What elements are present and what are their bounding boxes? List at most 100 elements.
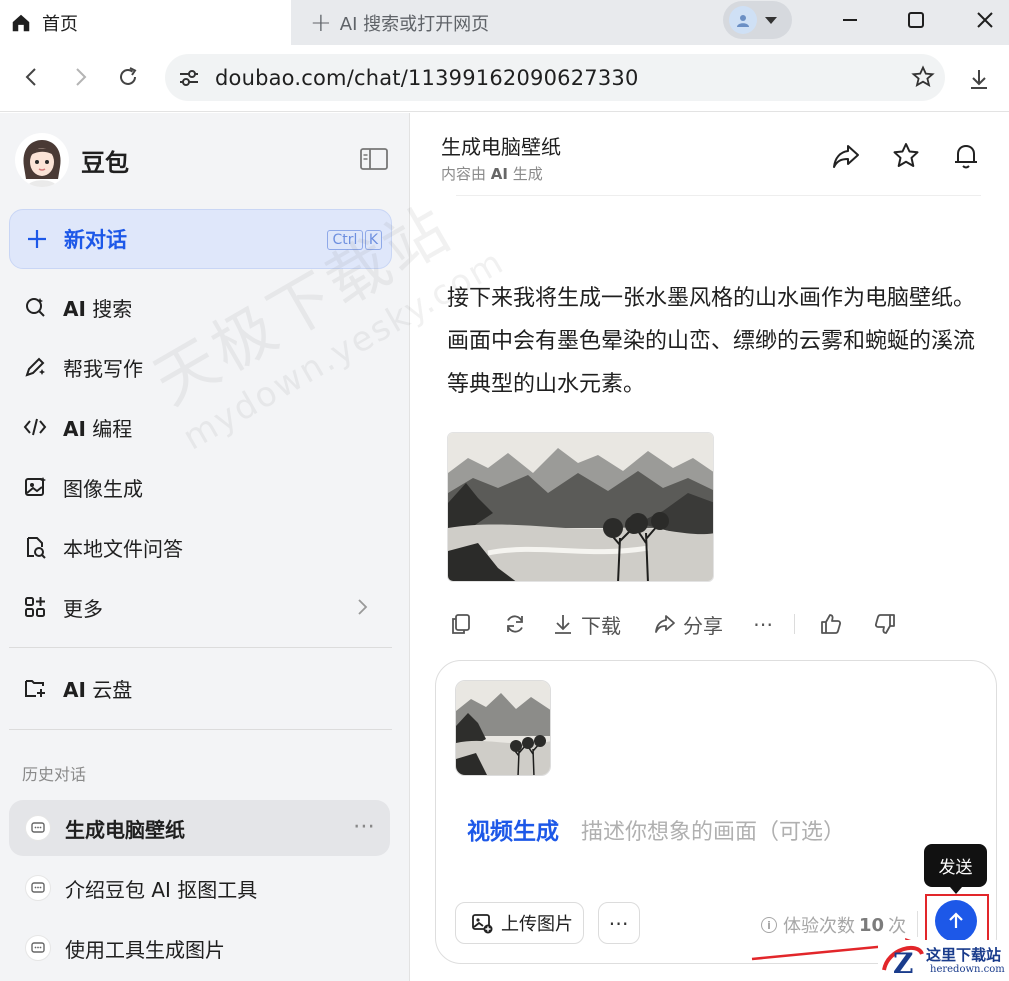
- share-button[interactable]: 分享: [653, 610, 723, 639]
- plus-icon: +: [310, 7, 332, 38]
- tab-label: 首页: [42, 13, 78, 35]
- upload-image-button[interactable]: 上传图片: [455, 902, 584, 944]
- profile-button[interactable]: [723, 1, 792, 39]
- send-tooltip: 发送: [924, 844, 987, 894]
- history-item[interactable]: 生成电脑壁纸 ⋯: [9, 800, 390, 856]
- tab-bar: 首页 + AI 搜索或打开网页: [0, 0, 1009, 45]
- sidebar-item-ai-cloud[interactable]: AI 云盘: [9, 662, 392, 714]
- copy-icon: [452, 614, 470, 634]
- sidebar-item-label: 云盘: [85, 677, 133, 702]
- grid-icon: [23, 595, 47, 619]
- chat-main: 生成电脑壁纸 内容由 AI 生成 接下来我将生成一张水墨风格的山水画作为电脑壁纸…: [411, 113, 1009, 981]
- history-item-label: 介绍豆包 AI 抠图工具: [65, 877, 258, 902]
- sidebar-divider: [9, 729, 392, 730]
- dislike-button[interactable]: [873, 612, 897, 636]
- like-button[interactable]: [819, 612, 843, 636]
- close-icon: [977, 12, 993, 28]
- more-options-button[interactable]: ⋯: [598, 902, 640, 944]
- new-tab[interactable]: + AI 搜索或打开网页: [310, 0, 489, 45]
- chat-bubble-icon: [25, 875, 51, 901]
- home-icon: [12, 14, 30, 31]
- chat-title: 生成电脑壁纸: [441, 135, 561, 159]
- corner-watermark-title: 这里下载站: [926, 946, 1002, 964]
- prompt-input[interactable]: 描述你想象的画面（可选）: [581, 814, 845, 846]
- sidebar-item-label: 图像生成: [63, 476, 143, 501]
- history-item-label: 使用工具生成图片: [65, 937, 225, 962]
- attached-image-thumbnail[interactable]: [455, 680, 551, 776]
- tab-home[interactable]: 首页: [0, 0, 291, 45]
- close-window-button[interactable]: [950, 0, 1009, 40]
- svg-text:Z: Z: [893, 947, 913, 980]
- more-icon[interactable]: ⋯: [353, 814, 376, 839]
- new-chat-label: 新对话: [64, 228, 127, 252]
- reload-icon: [120, 67, 137, 85]
- info-icon: i: [761, 917, 777, 933]
- plus-icon: [28, 230, 46, 248]
- sidebar-item-local-file[interactable]: 本地文件问答: [9, 521, 392, 573]
- share-icon[interactable]: [831, 141, 861, 171]
- copy-button[interactable]: [449, 612, 473, 636]
- mode-video-generation[interactable]: 视频生成: [467, 812, 559, 846]
- chat-subtitle: 内容由 AI 生成: [441, 163, 543, 184]
- doubao-avatar: [15, 133, 69, 187]
- ai-search-icon: [23, 295, 47, 319]
- star-icon[interactable]: [891, 141, 921, 171]
- composer: 视频生成 描述你想象的画面（可选） 上传图片 ⋯ i 体验次数 10 次: [435, 660, 997, 964]
- thumbs-up-icon: [821, 614, 842, 634]
- cloud-folder-icon: [23, 676, 47, 700]
- share-icon: [655, 615, 675, 633]
- brand[interactable]: 豆包: [15, 133, 129, 187]
- download-label: 下载: [581, 613, 621, 638]
- arrow-left-icon: [25, 68, 36, 86]
- sidebar-item-image-gen[interactable]: 图像生成: [9, 461, 392, 513]
- site-settings-icon[interactable]: [177, 66, 201, 90]
- address-bar: doubao.com/chat/11399162090627330: [0, 45, 1009, 112]
- quota-divider: [917, 911, 918, 937]
- quota-count: 10: [859, 914, 885, 936]
- maximize-button[interactable]: [881, 0, 951, 40]
- refresh-icon: [507, 615, 523, 633]
- sidebar-item-label: 搜索: [85, 296, 133, 321]
- bookmark-star-icon[interactable]: [911, 65, 935, 89]
- download-icon: [555, 615, 571, 634]
- sidebar-item-label: 帮我写作: [63, 356, 143, 381]
- upload-image-icon: [472, 914, 493, 934]
- reload-button[interactable]: [110, 59, 146, 95]
- new-tab-label: AI 搜索或打开网页: [339, 13, 490, 35]
- assistant-message: 接下来我将生成一张水墨风格的山水画作为电脑壁纸。画面中会有墨色晕染的山峦、缥缈的…: [447, 286, 976, 397]
- history-item[interactable]: 介绍豆包 AI 抠图工具: [9, 860, 390, 916]
- code-icon: [23, 415, 47, 439]
- sidebar-item-label: 更多: [63, 596, 103, 621]
- actions-divider: [794, 614, 795, 634]
- subtitle-post: 生成: [507, 165, 543, 183]
- profile-avatar-icon: [729, 6, 757, 34]
- generated-image[interactable]: [447, 432, 714, 582]
- history-item-label: 生成电脑壁纸: [65, 817, 185, 842]
- maximize-icon: [908, 12, 924, 28]
- minimize-button[interactable]: [815, 0, 885, 40]
- sidebar-item-label: 编程: [85, 416, 133, 441]
- chat-bubble-icon: [25, 815, 51, 841]
- download-icon[interactable]: [966, 66, 992, 92]
- sidebar-item-label: 本地文件问答: [63, 536, 183, 561]
- local-file-icon: [23, 535, 47, 559]
- subtitle-ai: AI: [490, 165, 508, 183]
- back-button[interactable]: [14, 59, 50, 95]
- sidebar-toggle-icon[interactable]: [359, 146, 389, 172]
- corner-watermark-url: heredown.com: [930, 964, 1005, 975]
- sidebar-item-more[interactable]: 更多: [9, 581, 392, 633]
- brand-name: 豆包: [81, 148, 129, 177]
- url-field[interactable]: doubao.com/chat/11399162090627330: [165, 54, 945, 101]
- regenerate-button[interactable]: [503, 612, 527, 636]
- image-gen-icon: [23, 475, 47, 499]
- bell-icon[interactable]: [951, 141, 981, 171]
- share-label: 分享: [683, 613, 723, 638]
- download-button[interactable]: 下载: [551, 610, 621, 639]
- forward-button[interactable]: [62, 59, 98, 95]
- history-item[interactable]: 使用工具生成图片: [9, 920, 390, 976]
- minimize-icon: [843, 19, 857, 21]
- more-actions-button[interactable]: ⋯: [753, 612, 774, 636]
- chat-bubble-icon: [25, 935, 51, 961]
- sidebar-item-prefix: AI: [63, 416, 86, 441]
- header-divider: [456, 195, 981, 196]
